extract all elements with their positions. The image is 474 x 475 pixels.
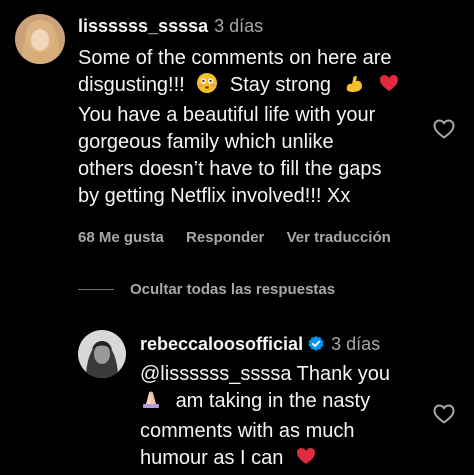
folded-hands-emoji-icon xyxy=(140,388,162,418)
red-heart-emoji-icon xyxy=(295,445,317,475)
comment-line: disgusting!!! xyxy=(78,74,185,96)
reply-button[interactable]: Responder xyxy=(186,229,264,246)
replier-avatar[interactable] xyxy=(78,330,126,378)
hide-replies-row[interactable]: Ocultar todas las respuestas xyxy=(78,281,335,298)
likes-count[interactable]: 68 Me gusta xyxy=(78,229,164,246)
verified-badge-icon xyxy=(307,335,325,358)
comment-line: You have a beautiful life with your xyxy=(78,104,376,126)
commenter-username[interactable]: lissssss_ssssa 3 días xyxy=(78,16,263,37)
reply-time: 3 días xyxy=(331,334,381,354)
like-reply-heart-icon[interactable] xyxy=(432,402,456,426)
reply-line: Thank you xyxy=(296,363,391,385)
reply-line: comments with as much xyxy=(140,420,355,442)
red-heart-emoji-icon xyxy=(378,72,400,102)
comment-time: 3 días xyxy=(214,16,264,36)
reply-text: @lissssss_ssssa Thank you am taking in t… xyxy=(140,361,390,475)
mention-link[interactable]: @lissssss_ssssa xyxy=(140,363,291,385)
reply-line: am taking in the nasty xyxy=(175,390,371,412)
comment-text: Some of the comments on here are disgust… xyxy=(78,45,400,210)
commenter-avatar[interactable] xyxy=(15,14,65,64)
comment-line: by getting Netflix involved!!! Xx xyxy=(78,185,351,207)
flushed-face-emoji-icon xyxy=(196,72,218,102)
reply-line: humour as I can xyxy=(140,447,284,469)
comment-line: Stay strong xyxy=(229,74,332,96)
divider-line xyxy=(78,289,114,290)
like-comment-heart-icon[interactable] xyxy=(432,117,456,141)
replier-username[interactable]: rebeccaloosofficial 3 días xyxy=(140,334,380,358)
hide-replies-button[interactable]: Ocultar todas las respuestas xyxy=(130,281,335,298)
flexed-biceps-emoji-icon xyxy=(343,72,365,102)
comment-line: Some of the comments on here are xyxy=(78,47,392,69)
comment-line: others doesn’t have to fill the gaps xyxy=(78,158,382,180)
comment-line: gorgeous family which unlike xyxy=(78,131,334,153)
comment-actions: 68 Me gusta Responder Ver traducción xyxy=(78,229,409,246)
see-translation-button[interactable]: Ver traducción xyxy=(287,229,391,246)
